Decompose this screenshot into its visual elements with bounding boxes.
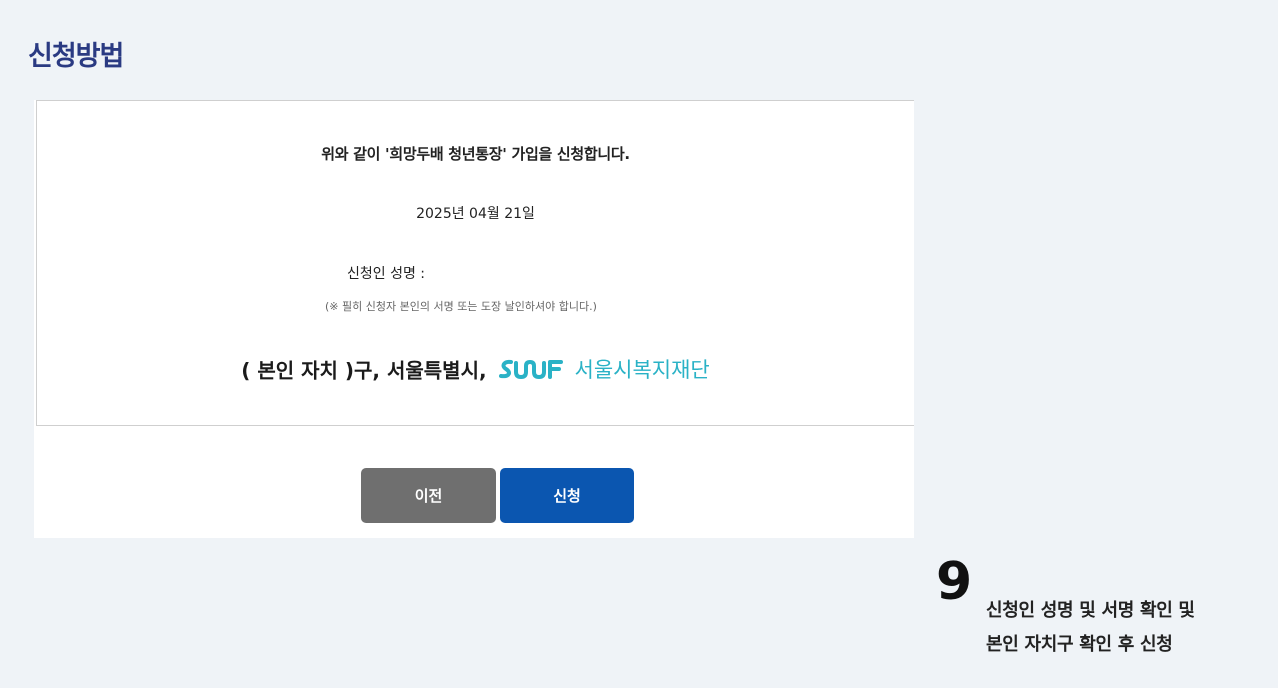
prev-button[interactable]: 이전 [361, 468, 496, 523]
application-form-box: 위와 같이 '희망두배 청년통장' 가입을 신청합니다. 2025년 04월 2… [36, 100, 914, 426]
step-description-line1: 신청인 성명 및 서명 확인 및 [986, 600, 1195, 621]
addressee-prefix: ( 본인 자치 )구, 서울특별시, [241, 358, 487, 383]
application-panel: 위와 같이 '희망두배 청년통장' 가입을 신청합니다. 2025년 04월 2… [34, 100, 914, 538]
step-description: 신청인 성명 및 서명 확인 및 본인 자치구 확인 후 신청 [986, 594, 1195, 662]
foundation-name: 서울시복지재단 [574, 358, 710, 382]
seoul-welfare-foundation: 서울시복지재단 [498, 354, 710, 384]
swf-logo-icon [498, 359, 563, 380]
page-title: 신청방법 [28, 41, 124, 72]
application-date: 2025년 04월 21일 [416, 206, 535, 222]
signature-notice: (※ 필히 신청자 본인의 서명 또는 도장 날인하셔야 합니다.) [325, 300, 597, 313]
addressee-line: ( 본인 자치 )구, 서울특별시, 서울시복지재단 [37, 354, 914, 384]
apply-button[interactable]: 신청 [500, 468, 634, 523]
step-description-line2: 본인 자치구 확인 후 신청 [986, 634, 1173, 655]
step-number: 9 [936, 552, 973, 612]
applicant-name-label: 신청인 성명 : [347, 266, 426, 282]
application-statement: 위와 같이 '희망두배 청년통장' 가입을 신청합니다. [321, 145, 630, 163]
